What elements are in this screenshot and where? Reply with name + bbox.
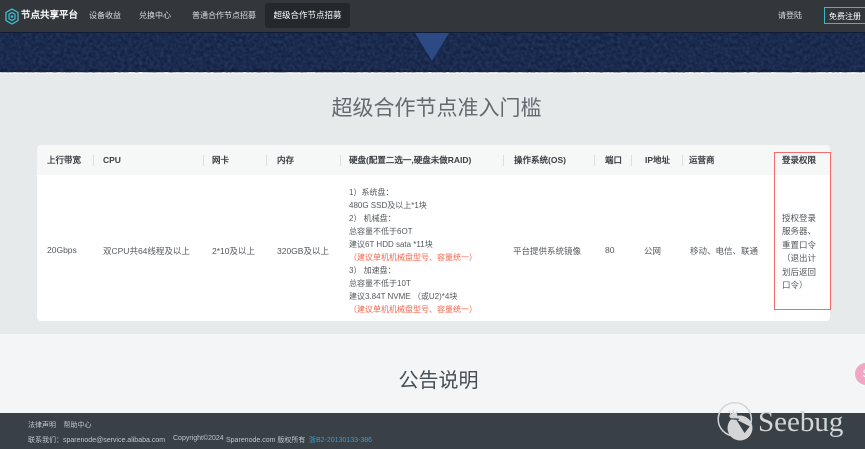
svg-text:Seebug: Seebug (758, 406, 843, 438)
